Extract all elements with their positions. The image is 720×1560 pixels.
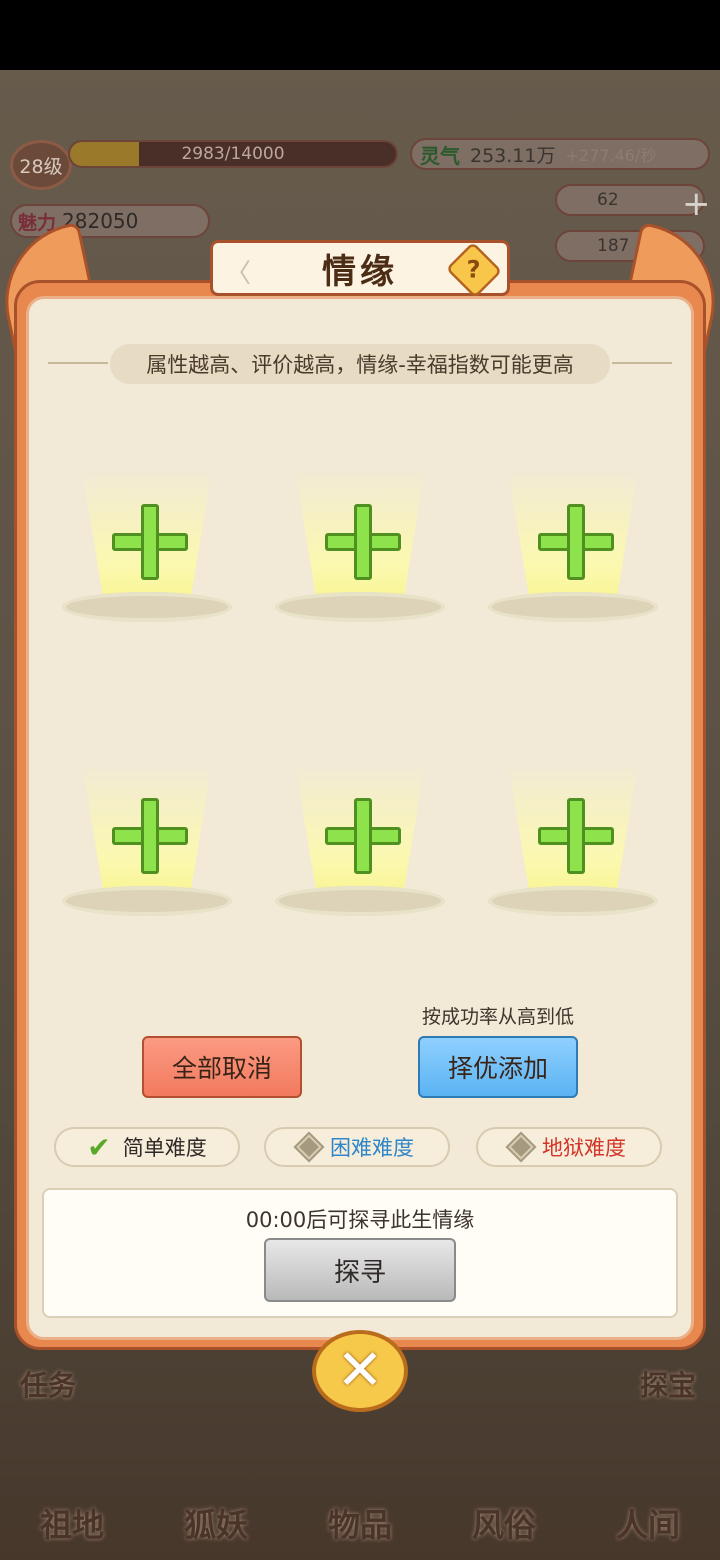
explore-status: 00:00后可探寻此生情缘 [245, 1208, 475, 1232]
add-plus-icon[interactable] [325, 798, 401, 874]
partner-slot-2[interactable] [275, 470, 445, 630]
nav-item-customs[interactable]: 风俗 [472, 1500, 536, 1546]
difficulty-easy-label: 简单难度 [122, 1136, 207, 1160]
add-plus-icon[interactable] [112, 798, 188, 874]
diamond-icon [505, 1131, 537, 1163]
hint-deco-right [612, 362, 672, 364]
partner-slot-3[interactable] [488, 470, 658, 630]
hint-deco-left [48, 362, 108, 364]
explore-button[interactable]: 探寻 [264, 1238, 456, 1302]
nav-item-items[interactable]: 物品 [328, 1500, 392, 1546]
difficulty-hell[interactable]: 地狱难度 [476, 1127, 662, 1167]
charm-box: 魅力 282050 [10, 204, 210, 238]
spirit-label: 灵气 [420, 143, 460, 168]
partner-slot-5[interactable] [275, 764, 445, 924]
hint-banner: 属性越高、评价越高，情缘-幸福指数可能更高 [110, 344, 610, 384]
difficulty-hard-label: 困难难度 [330, 1136, 414, 1160]
partner-slot-1[interactable] [62, 470, 232, 630]
nav-item-fox[interactable]: 狐妖 [184, 1500, 248, 1546]
sort-hint: 按成功率从高到低 [421, 1006, 574, 1028]
cancel-all-button[interactable]: 全部取消 [142, 1036, 302, 1098]
slot-base [488, 886, 658, 916]
slot-base [275, 592, 445, 622]
slot-base [488, 592, 658, 622]
add-plus-icon[interactable] [538, 504, 614, 580]
add-plus-icon[interactable] [538, 798, 614, 874]
title-deco-left: 〈 [225, 259, 252, 289]
difficulty-easy[interactable]: ✔ 简单难度 [54, 1127, 240, 1167]
treasure-label[interactable]: 探宝 [640, 1364, 696, 1404]
exp-text: 2983/14000 [181, 144, 285, 164]
close-icon[interactable]: ✕ [312, 1330, 408, 1412]
auto-add-button[interactable]: 择优添加 [418, 1036, 578, 1098]
status-bar [0, 0, 720, 70]
bottom-nav: 祖地 狐妖 物品 风俗 人间 [0, 1420, 720, 1560]
partner-slot-6[interactable] [488, 764, 658, 924]
plus-icon[interactable]: + [682, 184, 711, 224]
nav-item-world[interactable]: 人间 [616, 1500, 680, 1546]
diamond-icon [293, 1131, 325, 1163]
spirit-value: 253.11万 [470, 144, 556, 167]
difficulty-hell-label: 地狱难度 [542, 1136, 626, 1160]
spirit-rate: +277.46/秒 [565, 146, 657, 165]
slot-base [62, 886, 232, 916]
task-label[interactable]: 任务 [20, 1364, 76, 1404]
exp-bar: 2983/14000 [68, 140, 398, 168]
slot-base [62, 592, 232, 622]
add-plus-icon[interactable] [325, 504, 401, 580]
level-badge: 28级 [10, 140, 72, 190]
dialog-title: 情缘 [322, 251, 398, 292]
add-plus-icon[interactable] [112, 504, 188, 580]
partner-slot-4[interactable] [62, 764, 232, 924]
nav-item-ancestral[interactable]: 祖地 [40, 1500, 104, 1546]
difficulty-hard[interactable]: 困难难度 [264, 1127, 450, 1167]
slot-base [275, 886, 445, 916]
check-icon: ✔ [87, 1130, 111, 1164]
spirit-resource: 灵气 253.11万 +277.46/秒 [410, 138, 710, 170]
